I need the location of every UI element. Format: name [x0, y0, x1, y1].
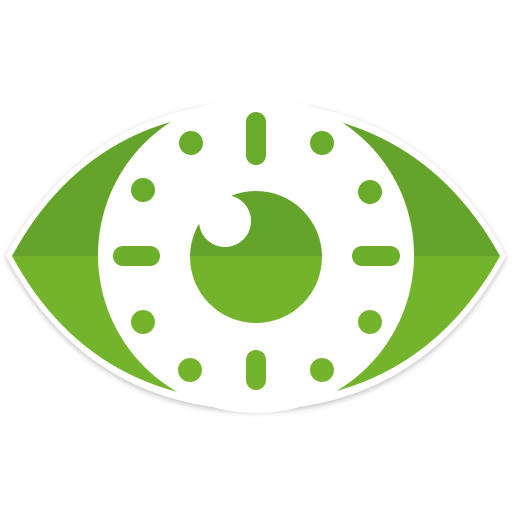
pupil [190, 191, 322, 323]
clock-dot-8 [131, 310, 155, 334]
clock-dot-11 [179, 131, 203, 155]
clock-dot-5 [310, 358, 334, 382]
clock-dot-10 [131, 178, 155, 202]
clock-dot-2 [358, 180, 382, 204]
clock-dot-4 [358, 310, 382, 334]
app-icon-canvas [0, 0, 512, 512]
pupil-highlight [199, 195, 251, 247]
eye-timer-icon [6, 97, 506, 413]
clock-dot-1 [310, 131, 334, 155]
clock-dot-7 [178, 358, 202, 382]
